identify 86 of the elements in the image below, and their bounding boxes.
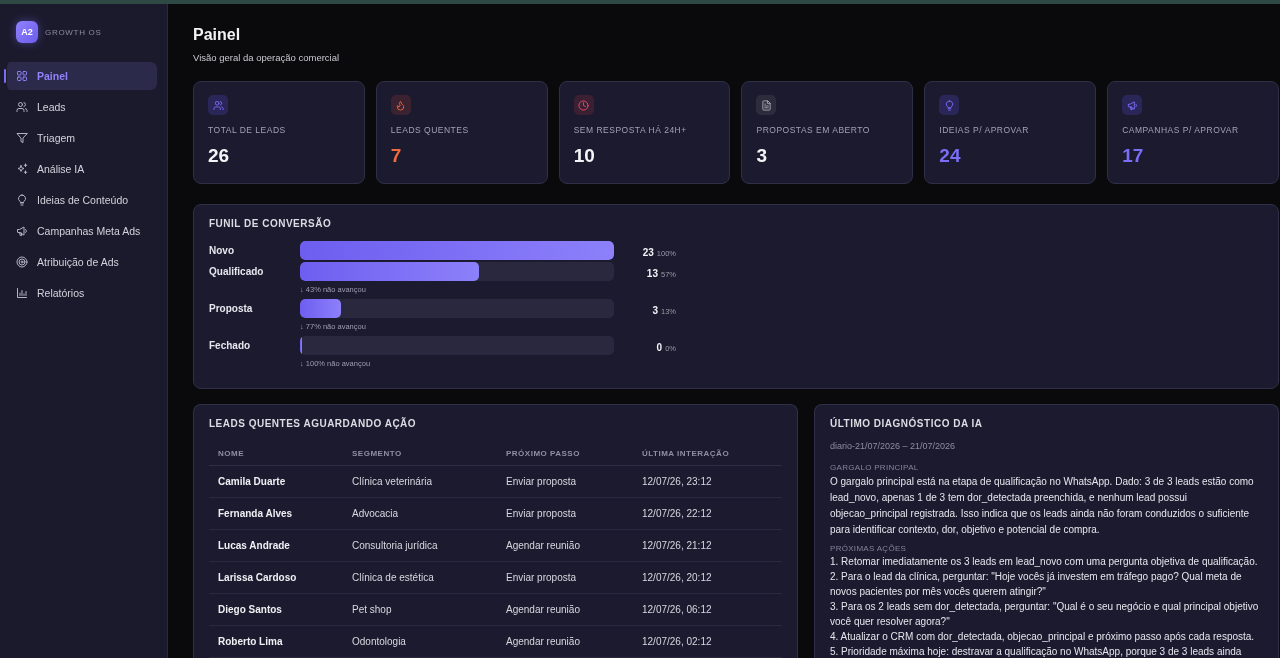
table-cell: Larissa Cardoso — [218, 572, 297, 583]
column-header: PRÓXIMO PASSO — [506, 448, 580, 458]
table-cell: Advocacia — [352, 508, 399, 519]
count-text: 13 — [646, 267, 658, 279]
nav-item[interactable]: Atribuição de Ads — [4, 248, 157, 276]
kpi-value: 7 — [390, 145, 402, 167]
table-cell: 12/07/26, 23:12 — [642, 476, 712, 487]
users-icon — [208, 95, 228, 115]
stage-label: Novo — [209, 245, 235, 256]
table-cell: Enviar proposta — [506, 572, 577, 583]
nav-item[interactable]: Ideias de Conteúdo — [4, 186, 157, 214]
nav-item[interactable]: Relatórios — [4, 279, 157, 307]
kpi-label: IDEIAS P/ APROVAR — [939, 125, 1029, 136]
table-cell: 12/07/26, 06:12 — [642, 604, 712, 615]
column-header: NOME — [218, 448, 244, 458]
clock-icon — [573, 95, 594, 115]
diagnosis-text: O gargalo principal está na etapa de qualificação no WhatsApp. Dado: 3 de 3 leads estão como lead_novo, apenas 1 de 3 tem dor_detectada preenchida, e nenhum lead possui objecao_principal registrada. Isso indica que os leads ainda não foram conduzidos o suficiente para identificar contexto, dor, objetivo e potencial de compra. — [830, 475, 1255, 537]
kpi-value: 26 — [208, 145, 230, 167]
lightbulb-icon — [16, 194, 28, 206]
table-cell: Fernanda Alves — [218, 508, 293, 519]
nav-item[interactable]: Análise IA — [4, 155, 157, 183]
nav-item[interactable]: Leads — [4, 93, 157, 121]
kpi-value: 17 — [1122, 145, 1144, 167]
lightbulb-icon — [939, 95, 960, 115]
stage-label: Qualificado — [209, 266, 265, 277]
table-cell: Roberto Lima — [218, 636, 283, 647]
table-cell: 12/07/26, 22:12 — [642, 508, 712, 519]
kpi-value: 24 — [939, 145, 961, 167]
section-label: GARGALO PRINCIPAL — [830, 462, 919, 473]
section-title: FUNIL DE CONVERSÃO — [209, 217, 333, 231]
kpi-value: 10 — [573, 145, 595, 167]
users-icon — [16, 101, 28, 113]
table-cell: Camila Duarte — [218, 476, 286, 487]
kpi-label: CAMPANHAS P/ APROVAR — [1122, 125, 1239, 136]
stage-label: Proposta — [209, 303, 254, 314]
table-cell: Clínica veterinária — [352, 476, 433, 487]
kpi-value: 3 — [756, 145, 768, 167]
stage-label: Fechado — [209, 340, 252, 351]
document-icon — [756, 95, 777, 115]
column-header: SEGMENTO — [352, 448, 402, 458]
table-cell: Consultoria jurídica — [352, 540, 438, 551]
table-cell: 12/07/26, 20:12 — [642, 572, 712, 583]
table-cell: Odontologia — [352, 636, 406, 647]
table-cell: Enviar proposta — [506, 476, 577, 487]
logo-mark: A2 — [16, 21, 38, 43]
count-text: 3 — [652, 304, 658, 316]
target-icon — [16, 256, 28, 268]
kpi-label: PROPOSTAS EM ABERTO — [756, 125, 870, 136]
nav-item[interactable]: Campanhas Meta Ads — [4, 217, 157, 245]
kpi-label: LEADS QUENTES — [390, 125, 469, 136]
page-title: Painel — [193, 25, 241, 45]
megaphone-icon — [16, 225, 28, 237]
table-cell: Agendar reunião — [506, 540, 580, 551]
column-header: ÚLTIMA INTERAÇÃO — [642, 448, 730, 458]
nav-item[interactable]: Painel — [4, 62, 157, 90]
action-item: 2. Para o lead da clínica, perguntar: "Hoje vocês já investem em tráfego pago? Qual meta de novos pacientes por mês vocês querem atingir?" — [830, 570, 1243, 599]
action-item: 5. Prioridade máxima hoje: destravar a qualificação no WhatsApp, porque 3 de 3 leads ainda — [830, 645, 1243, 658]
kpi-label: SEM RESPOSTA HÁ 24H+ — [573, 125, 687, 136]
grid-icon — [16, 70, 28, 82]
table-cell: 12/07/26, 02:12 — [642, 636, 712, 647]
table-cell: Lucas Andrade — [218, 540, 290, 551]
table-cell: Pet shop — [352, 604, 392, 615]
section-label: PRÓXIMAS AÇÕES — [830, 543, 907, 554]
table-cell: Diego Santos — [218, 604, 282, 615]
table-cell: 12/07/26, 21:12 — [642, 540, 712, 551]
megaphone-icon — [1122, 95, 1143, 115]
table-cell: Clínica de estética — [352, 572, 434, 583]
table-cell: Agendar reunião — [506, 604, 580, 615]
bar-chart-icon — [16, 287, 28, 299]
section-title: LEADS QUENTES AGUARDANDO AÇÃO — [209, 417, 418, 431]
date-range-text: diario-21/07/2026 – 21/07/2026 — [830, 440, 956, 452]
count-text: 0 — [656, 341, 663, 353]
action-item: 3. Para os 2 leads sem dor_detectada, perguntar: "Qual é o seu negócio e qual principal objetivo você quer resolver agora?" — [830, 600, 1260, 629]
count-text: 23 — [642, 246, 654, 258]
table-cell: Agendar reunião — [506, 636, 580, 647]
sparkles-icon — [16, 163, 28, 175]
kpi-label: TOTAL DE LEADS — [208, 125, 286, 136]
page-subtitle: Visão geral da operação comercial — [193, 51, 340, 64]
nav-item[interactable]: Triagem — [4, 124, 157, 152]
brand-name: GROWTH OS — [45, 27, 102, 37]
action-item: 4. Atualizar o CRM com dor_detectada, objecao_principal e próximo passo após cada resposta. — [830, 630, 1256, 644]
table-cell: Enviar proposta — [506, 508, 577, 519]
action-item: 1. Retomar imediatamente os 3 leads em lead_novo com uma pergunta objetiva de qualificação. — [830, 555, 1259, 569]
flame-icon — [390, 95, 411, 115]
section-title: ÚLTIMO DIAGNÓSTICO DA IA — [830, 417, 984, 431]
funnel-icon — [16, 132, 28, 144]
